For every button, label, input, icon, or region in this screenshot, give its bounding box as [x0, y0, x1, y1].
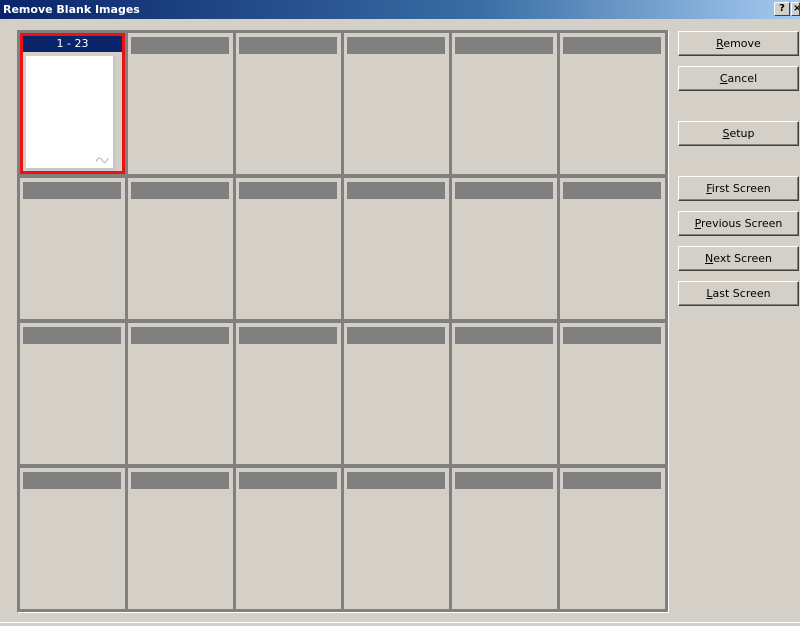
setup-button[interactable]: Setup [678, 121, 799, 146]
thumbnail-header [455, 472, 553, 489]
thumbnail-header [563, 37, 661, 54]
thumbnail-header [23, 327, 121, 344]
thumbnail-cell[interactable] [560, 468, 665, 609]
thumbnail-cell[interactable] [452, 468, 557, 609]
thumbnail-cell-selected[interactable]: 1 - 23 [20, 33, 125, 174]
remove-button[interactable]: Remove [678, 31, 799, 56]
thumbnail-cell[interactable] [20, 468, 125, 609]
next-screen-label: ext Screen [713, 252, 772, 265]
window-title: Remove Blank Images [3, 3, 140, 16]
cancel-button[interactable]: Cancel [678, 66, 799, 91]
thumbnail-header [563, 472, 661, 489]
first-screen-button[interactable]: First Screen [678, 176, 799, 201]
next-screen-mnemonic: N [705, 252, 714, 265]
thumbnail-cell[interactable] [560, 33, 665, 174]
thumbnail-cell[interactable] [452, 33, 557, 174]
next-screen-button[interactable]: Next Screen [678, 246, 799, 271]
help-button[interactable]: ? [774, 2, 790, 16]
thumbnail-cell[interactable] [344, 323, 449, 464]
last-screen-label: ast Screen [712, 287, 771, 300]
thumbnail-cell[interactable] [344, 178, 449, 319]
thumbnail-cell[interactable] [20, 323, 125, 464]
thumbnail-header [239, 472, 337, 489]
thumbnail-cell[interactable] [344, 468, 449, 609]
thumbnail-cell[interactable] [236, 178, 341, 319]
thumbnail-header [347, 472, 445, 489]
previous-screen-label: revious Screen [701, 217, 783, 230]
thumbnail-header [131, 182, 229, 199]
thumbnail-grid: 1 - 23 [20, 33, 666, 610]
thumbnail-header [455, 37, 553, 54]
thumbnail-header [239, 327, 337, 344]
remove-button-label: emove [723, 37, 761, 50]
thumbnail-cell[interactable] [452, 178, 557, 319]
thumbnail-header: 1 - 23 [23, 36, 122, 52]
thumbnail-header [455, 327, 553, 344]
thumbnail-cell[interactable] [560, 178, 665, 319]
thumbnail-cell[interactable] [452, 323, 557, 464]
thumbnail-cell[interactable] [236, 323, 341, 464]
thumbnail-header [131, 327, 229, 344]
close-button[interactable]: × [791, 2, 800, 16]
thumbnail-header [347, 182, 445, 199]
remove-blank-images-dialog: Remove Blank Images ? × 1 - 23 Remove Ca… [0, 0, 800, 626]
thumbnail-cell[interactable] [20, 178, 125, 319]
thumbnail-header [131, 472, 229, 489]
cancel-button-mnemonic: C [719, 72, 728, 85]
title-bar[interactable]: Remove Blank Images ? × [0, 0, 800, 19]
bottom-edge [0, 622, 800, 623]
thumbnail-panel: 1 - 23 [17, 30, 669, 613]
thumbnail-header [563, 327, 661, 344]
thumbnail-cell[interactable] [128, 33, 233, 174]
thumbnail-header [455, 182, 553, 199]
thumbnail-header [347, 327, 445, 344]
previous-screen-button[interactable]: Previous Screen [678, 211, 799, 236]
thumbnail-header [239, 37, 337, 54]
thumbnail-header [23, 182, 121, 199]
thumbnail-cell[interactable] [344, 33, 449, 174]
thumbnail-cell[interactable] [128, 323, 233, 464]
thumbnail-cell[interactable] [560, 323, 665, 464]
thumbnail-header [563, 182, 661, 199]
thumbnail-header [347, 37, 445, 54]
thumbnail-cell[interactable] [128, 468, 233, 609]
thumbnail-cell[interactable] [128, 178, 233, 319]
thumbnail-cell[interactable] [236, 468, 341, 609]
cancel-button-label: ancel [727, 72, 758, 85]
squiggle-icon [95, 157, 109, 163]
thumbnail-header [131, 37, 229, 54]
blank-page-thumbnail [26, 56, 116, 171]
thumbnail-header [23, 472, 121, 489]
thumbnail-header [239, 182, 337, 199]
first-screen-label: irst Screen [711, 182, 771, 195]
last-screen-button[interactable]: Last Screen [678, 281, 799, 306]
thumbnail-cell[interactable] [236, 33, 341, 174]
setup-button-label: etup [729, 127, 755, 140]
